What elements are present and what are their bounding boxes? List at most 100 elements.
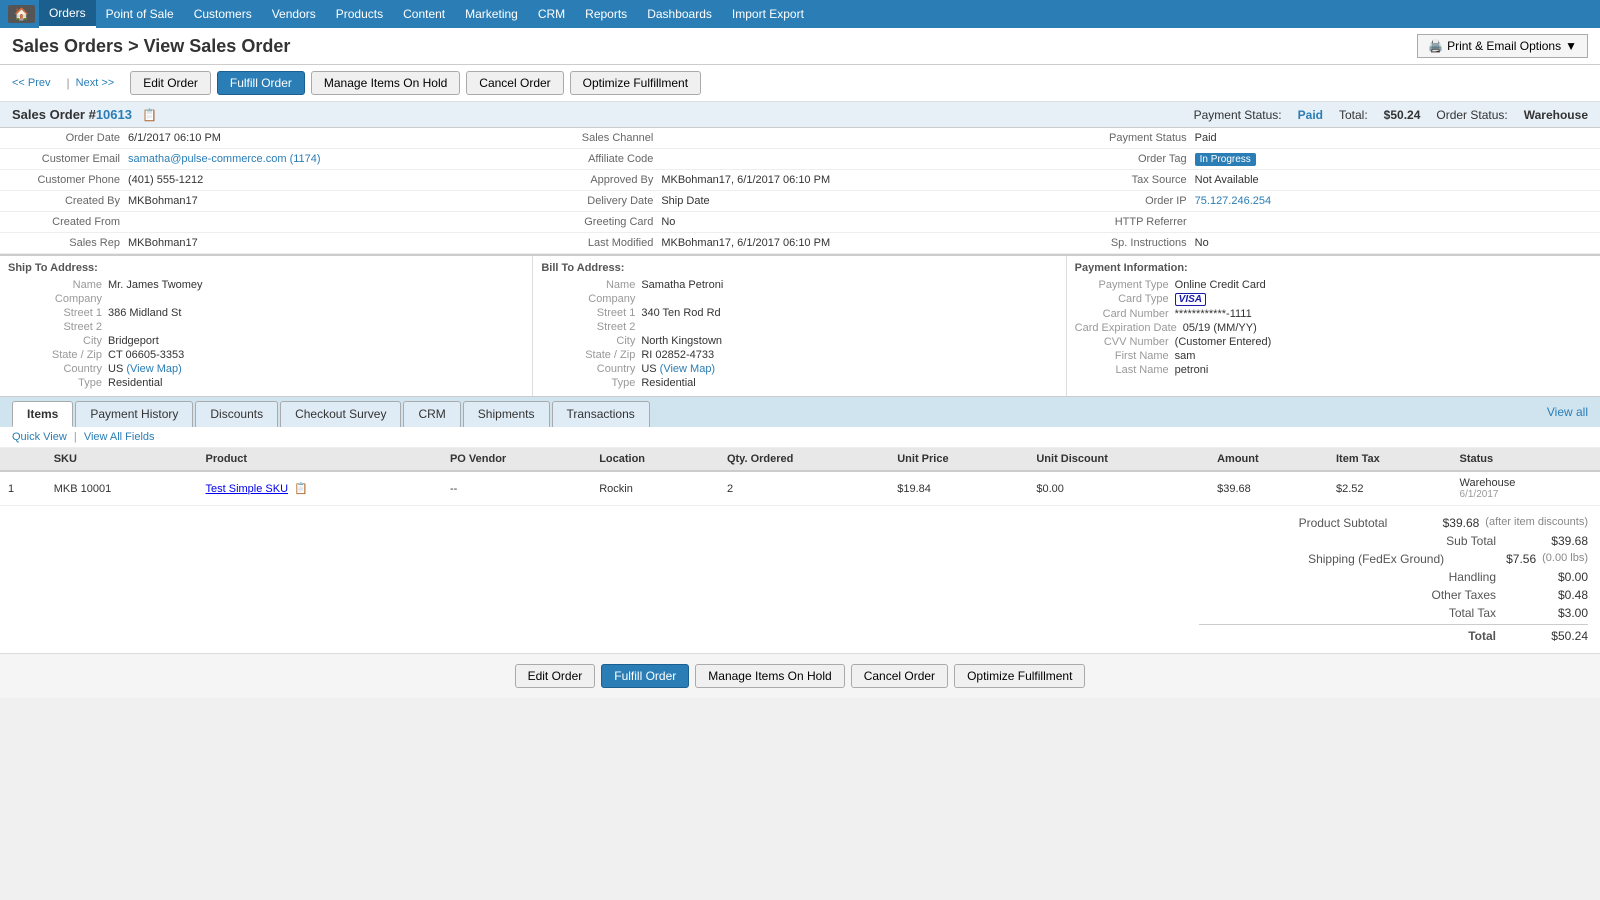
col-sku: SKU (46, 448, 198, 471)
order-status-label: Order Status: (1436, 108, 1507, 122)
bottom-actions-bar: Edit Order Fulfill Order Manage Items On… (0, 653, 1600, 698)
table-row: 1 MKB 10001 Test Simple SKU 📋 -- Rockin … (0, 471, 1600, 506)
customer-phone-row: Customer Phone (401) 555-1212 (8, 172, 525, 188)
top-navigation: 🏠 Orders Point of Sale Customers Vendors… (0, 0, 1600, 28)
order-tag-row: Order Tag In Progress (1075, 151, 1592, 167)
quick-view-bar: Quick View | View All Fields (0, 427, 1600, 448)
tabs-list: Items Payment History Discounts Checkout… (12, 397, 650, 427)
handling-label: Handling (1308, 570, 1508, 584)
tab-items[interactable]: Items (12, 401, 73, 427)
order-details-section: Order Date 6/1/2017 06:10 PM Sales Chann… (0, 128, 1600, 653)
tab-payment-history[interactable]: Payment History (75, 401, 193, 427)
col-location: Location (591, 448, 719, 471)
tabs-bar: Items Payment History Discounts Checkout… (0, 396, 1600, 427)
print-email-button[interactable]: 🖨️ Print & Email Options ▼ (1417, 34, 1588, 58)
order-tag-badge: In Progress (1195, 153, 1256, 166)
col-amount: Amount (1209, 448, 1328, 471)
nav-import-export[interactable]: Import Export (722, 0, 814, 28)
tab-transactions[interactable]: Transactions (552, 401, 650, 427)
nav-crm[interactable]: CRM (528, 0, 575, 28)
row-product: Test Simple SKU 📋 (198, 471, 442, 506)
col-product: Product (198, 448, 442, 471)
totals-section: Product Subtotal $39.68 (after item disc… (0, 506, 1600, 653)
view-all-link[interactable]: View all (1547, 400, 1588, 424)
cancel-order-button[interactable]: Cancel Order (466, 71, 563, 95)
tab-crm[interactable]: CRM (403, 401, 460, 427)
shipping-note: (0.00 lbs) (1542, 552, 1588, 566)
payment-status-detail-row: Payment Status Paid (1075, 130, 1592, 146)
nav-marketing[interactable]: Marketing (455, 0, 528, 28)
bill-to-map-link[interactable]: (View Map) (660, 363, 715, 375)
tax-source-row: Tax Source Not Available (1075, 172, 1592, 188)
payment-status-label: Payment Status: (1194, 108, 1282, 122)
tab-shipments[interactable]: Shipments (463, 401, 550, 427)
created-by-row: Created By MKBohman17 (8, 193, 525, 209)
order-ip-link[interactable]: 75.127.246.254 (1195, 195, 1271, 207)
nav-products[interactable]: Products (326, 0, 393, 28)
customer-email-link[interactable]: samatha@pulse-commerce.com (128, 153, 287, 165)
handling-value: $0.00 (1508, 570, 1588, 584)
order-id-link[interactable]: 10613 (96, 107, 132, 122)
edit-order-button[interactable]: Edit Order (130, 71, 211, 95)
col-item-tax: Item Tax (1328, 448, 1452, 471)
customer-email-count-link[interactable]: (1174) (290, 153, 321, 165)
col-unit-price: Unit Price (889, 448, 1028, 471)
sub-total-value: $39.68 (1508, 534, 1588, 548)
nav-customers[interactable]: Customers (184, 0, 262, 28)
tab-discounts[interactable]: Discounts (195, 401, 278, 427)
fulfill-order-button[interactable]: Fulfill Order (217, 71, 305, 95)
sales-rep-row: Sales Rep MKBohman17 (8, 235, 525, 251)
row-num: 1 (0, 471, 46, 506)
edit-order-button-bottom[interactable]: Edit Order (515, 664, 596, 688)
home-icon[interactable]: 🏠 (8, 5, 35, 23)
nav-dashboards[interactable]: Dashboards (637, 0, 722, 28)
row-unit-price: $19.84 (889, 471, 1028, 506)
greeting-card-row: Greeting Card No (541, 214, 1058, 230)
manage-hold-button-bottom[interactable]: Manage Items On Hold (695, 664, 844, 688)
shipping-label: Shipping (FedEx Ground) (1256, 552, 1456, 566)
quick-view-link[interactable]: Quick View (12, 431, 67, 443)
fulfill-order-button-bottom[interactable]: Fulfill Order (601, 664, 689, 688)
total-label-final: Total (1308, 629, 1508, 643)
product-subtotal-value: $39.68 (1399, 516, 1479, 530)
prev-link[interactable]: << Prev (12, 77, 51, 89)
nav-orders[interactable]: Orders (39, 0, 96, 28)
http-referrer-row: HTTP Referrer (1075, 214, 1592, 230)
tab-checkout-survey[interactable]: Checkout Survey (280, 401, 401, 427)
optimize-button-bottom[interactable]: Optimize Fulfillment (954, 664, 1085, 688)
total-value-final: $50.24 (1508, 629, 1588, 643)
nav-point-of-sale[interactable]: Point of Sale (96, 0, 184, 28)
view-all-fields-link[interactable]: View All Fields (84, 431, 155, 443)
bill-to-title: Bill To Address: (541, 262, 1057, 278)
order-status-area: Payment Status: Paid Total: $50.24 Order… (1194, 108, 1588, 122)
payment-info-title: Payment Information: (1075, 262, 1592, 278)
row-unit-discount: $0.00 (1028, 471, 1209, 506)
sp-instructions-row: Sp. Instructions No (1075, 235, 1592, 251)
ship-to-map-link[interactable]: (View Map) (126, 363, 181, 375)
order-date-row: Order Date 6/1/2017 06:10 PM (8, 130, 525, 146)
row-location: Rockin (591, 471, 719, 506)
created-from-row: Created From (8, 214, 525, 230)
ship-to-title: Ship To Address: (8, 262, 524, 278)
total-value: $50.24 (1384, 108, 1421, 122)
next-link[interactable]: Next >> (76, 77, 115, 89)
payment-info-block: Payment Information: Payment TypeOnline … (1067, 256, 1600, 396)
ship-to-block: Ship To Address: NameMr. James Twomey Co… (0, 256, 533, 396)
items-table: SKU Product PO Vendor Location Qty. Orde… (0, 448, 1600, 506)
product-subtotal-label: Product Subtotal (1199, 516, 1399, 530)
addresses-section: Ship To Address: NameMr. James Twomey Co… (0, 254, 1600, 396)
manage-hold-button-top[interactable]: Manage Items On Hold (311, 71, 460, 95)
bill-to-block: Bill To Address: NameSamatha Petroni Com… (533, 256, 1066, 396)
nav-reports[interactable]: Reports (575, 0, 637, 28)
cancel-order-button-bottom[interactable]: Cancel Order (851, 664, 948, 688)
last-modified-row: Last Modified MKBohman17, 6/1/2017 06:10… (541, 235, 1058, 251)
row-po-vendor: -- (442, 471, 591, 506)
nav-vendors[interactable]: Vendors (262, 0, 326, 28)
optimize-button[interactable]: Optimize Fulfillment (570, 71, 701, 95)
col-qty-ordered: Qty. Ordered (719, 448, 889, 471)
product-subtotal-note: (after item discounts) (1485, 516, 1588, 530)
product-link[interactable]: Test Simple SKU (206, 483, 289, 495)
nav-content[interactable]: Content (393, 0, 455, 28)
visa-badge: VISA (1175, 293, 1206, 306)
totals-table: Product Subtotal $39.68 (after item disc… (1199, 514, 1588, 645)
